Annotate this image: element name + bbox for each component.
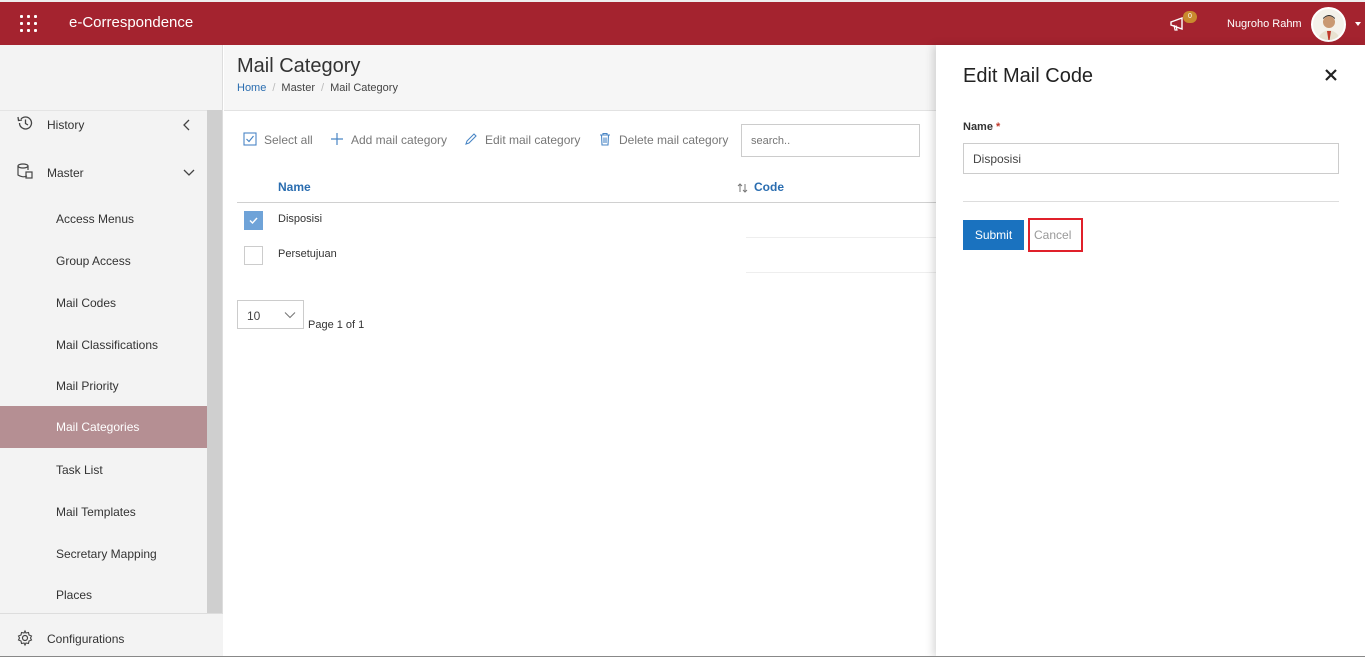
user-name[interactable]: Nugroho Rahm: [1227, 18, 1302, 30]
app-grid-icon[interactable]: [20, 15, 37, 32]
sidebar-item-history[interactable]: History: [0, 104, 207, 146]
page-title: Mail Category: [237, 55, 361, 77]
sidebar-item-task-list[interactable]: Task List: [0, 449, 207, 491]
page-size-value: 10: [247, 309, 261, 323]
sidebar-scrollbar[interactable]: [207, 110, 222, 615]
sidebar-item-mail-classifications[interactable]: Mail Classifications: [0, 324, 207, 366]
sidebar-item-label: Group Access: [56, 254, 131, 268]
app-title: e-Correspondence: [69, 14, 194, 31]
select-all-label: Select all: [264, 133, 313, 147]
trash-icon: [600, 132, 610, 146]
sidebar-item-label: Mail Categories: [56, 420, 140, 434]
row-checkbox[interactable]: [244, 211, 263, 230]
sidebar-item-places[interactable]: Places: [0, 574, 207, 616]
sidebar-item-label: Mail Templates: [56, 505, 136, 519]
sidebar-item-mail-priority[interactable]: Mail Priority: [0, 365, 207, 407]
name-field[interactable]: [963, 143, 1339, 174]
add-label: Add mail category: [351, 133, 448, 147]
chevron-left-icon[interactable]: [180, 118, 194, 132]
breadcrumb: Home / Master / Mail Category: [237, 82, 398, 94]
sidebar-item-master[interactable]: Master: [0, 152, 207, 194]
search-input[interactable]: [741, 124, 920, 157]
cell-code: [746, 203, 936, 238]
row-checkbox[interactable]: [244, 246, 263, 265]
notification-badge: 0: [1183, 11, 1197, 23]
breadcrumb-current: Mail Category: [330, 82, 398, 94]
panel-title: Edit Mail Code: [963, 65, 1094, 87]
name-label: Name *: [963, 121, 1000, 133]
edit-label: Edit mail category: [485, 133, 581, 147]
sidebar-item-label: Mail Codes: [56, 296, 117, 310]
name-label-text: Name: [963, 121, 993, 133]
sidebar-item-label: Mail Classifications: [56, 338, 159, 352]
submit-button[interactable]: Submit: [963, 220, 1024, 250]
database-icon: [17, 163, 33, 179]
sidebar-item-label: Places: [56, 588, 93, 602]
sort-icon[interactable]: [737, 182, 749, 194]
table-row[interactable]: Disposisi: [237, 203, 936, 238]
sidebar-item-group-access[interactable]: Group Access: [0, 240, 207, 282]
plus-icon: [331, 133, 343, 145]
sidebar-item-mail-categories[interactable]: Mail Categories: [0, 406, 207, 448]
page-size-select[interactable]: 10: [237, 300, 304, 329]
cell-name: Persetujuan: [278, 248, 337, 260]
breadcrumb-master[interactable]: Master: [281, 82, 315, 94]
cell-name: Disposisi: [278, 213, 323, 225]
user-menu-caret-icon[interactable]: [1355, 22, 1361, 26]
chevron-down-icon: [284, 312, 296, 319]
gear-icon: [17, 629, 33, 647]
page-info: Page 1 of 1: [308, 319, 365, 331]
sidebar-item-access-menus[interactable]: Access Menus: [0, 198, 207, 240]
sidebar-item-label: Mail Priority: [56, 379, 119, 393]
sidebar-item-label: Configurations: [47, 632, 125, 646]
sidebar-item-label: Task List: [56, 463, 103, 477]
edit-panel: Edit Mail Code Name * Submit Cancel: [936, 45, 1365, 657]
sidebar-item-secretary-mapping[interactable]: Secretary Mapping: [0, 533, 207, 575]
chevron-down-icon[interactable]: [182, 166, 196, 180]
breadcrumb-home[interactable]: Home: [237, 82, 266, 94]
history-icon: [17, 116, 33, 130]
column-header-code[interactable]: Code: [754, 180, 784, 194]
panel-divider: [963, 201, 1339, 202]
checkbox-icon: [243, 132, 257, 146]
cancel-button[interactable]: Cancel: [1028, 218, 1083, 252]
sidebar-item-label: Master: [47, 166, 84, 180]
check-icon: [249, 217, 258, 225]
sidebar-item-label: Access Menus: [56, 212, 135, 226]
pencil-icon: [465, 133, 477, 145]
sidebar-item-mail-templates[interactable]: Mail Templates: [0, 491, 207, 533]
page-header: Mail Category Home / Master / Mail Category: [224, 45, 936, 111]
table-row[interactable]: Persetujuan: [237, 238, 936, 273]
sidebar-item-label: Secretary Mapping: [56, 547, 157, 561]
sidebar: History Master Access Menus Group Access…: [0, 45, 223, 657]
sidebar-item-configurations[interactable]: Configurations: [0, 613, 223, 657]
required-mark: *: [996, 121, 1001, 133]
sidebar-item-label: History: [47, 118, 85, 132]
delete-label: Delete mail category: [619, 133, 729, 147]
close-icon[interactable]: [1324, 68, 1338, 82]
table-header: Name Code: [237, 173, 936, 203]
cell-code: [746, 238, 936, 273]
sidebar-item-mail-codes[interactable]: Mail Codes: [0, 282, 207, 324]
avatar[interactable]: [1311, 7, 1346, 42]
column-header-name[interactable]: Name: [278, 180, 311, 194]
top-bar: e-Correspondence 0 Nugroho Rahm: [0, 0, 1365, 45]
